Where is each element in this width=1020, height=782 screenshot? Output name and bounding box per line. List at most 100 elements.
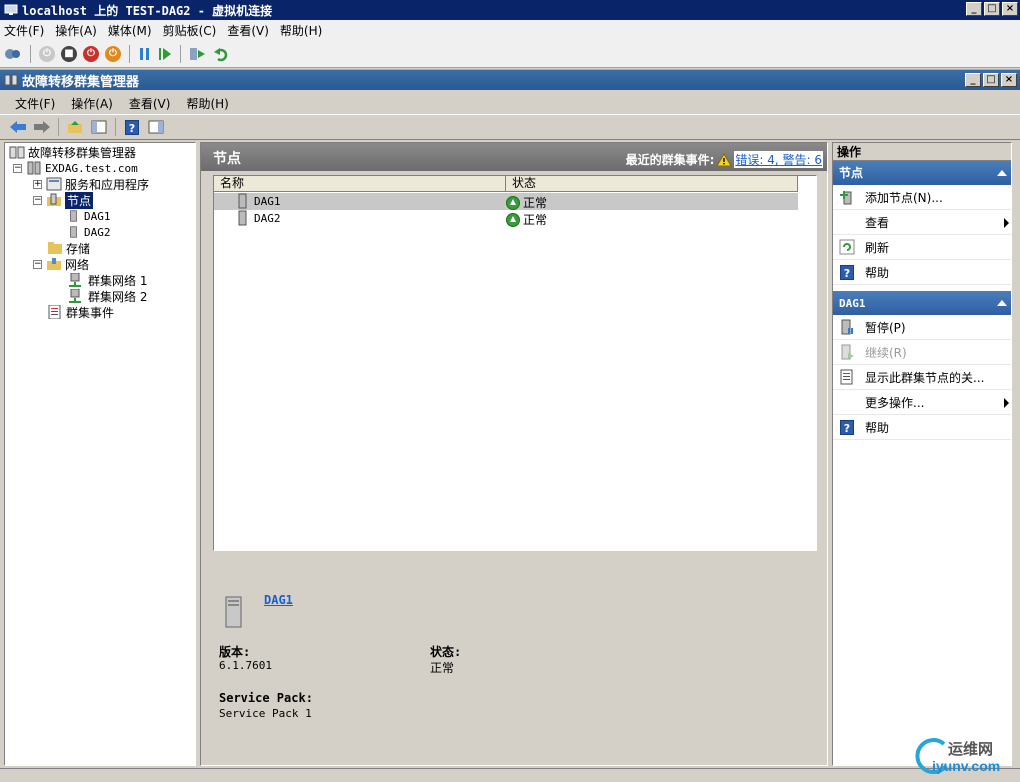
mmc-toolbar: ?: [0, 114, 1020, 140]
action-resume[interactable]: 继续(R): [833, 340, 1011, 365]
row-status: 正常: [506, 194, 547, 211]
tree-label-nodes: 节点: [65, 191, 94, 209]
back-icon[interactable]: [8, 117, 28, 137]
pause-icon[interactable]: [138, 47, 152, 61]
expand-icon[interactable]: +: [33, 179, 42, 189]
tree-item-nodes[interactable]: − 节点: [33, 191, 94, 209]
show-hide-tree-icon[interactable]: [89, 117, 109, 137]
tree-label-network1: 群集网络 1: [88, 273, 148, 288]
recent-events-label: 最近的群集事件:: [625, 153, 715, 167]
server-icon: [238, 210, 247, 226]
tree-item-node-dag1[interactable]: DAG1: [69, 208, 111, 224]
save-state-icon[interactable]: ⏻: [105, 45, 121, 62]
detail-sp-label: Service Pack:: [219, 691, 313, 705]
tree-item-cluster[interactable]: − EXDAG.test.com: [13, 160, 138, 176]
vm-close-button[interactable]: ×: [1002, 2, 1018, 16]
status-ok-icon: [506, 212, 520, 227]
resume-icon[interactable]: [158, 47, 172, 61]
column-header-status[interactable]: 状态: [506, 176, 798, 192]
action-resume-label: 继续(R): [865, 345, 907, 360]
mmc-menu-action[interactable]: 操作(A): [71, 95, 113, 112]
tree-label-services: 服务和应用程序: [65, 177, 150, 192]
shutdown-icon[interactable]: ⏻: [83, 45, 99, 62]
action-help-node-label: 帮助: [865, 420, 890, 435]
mmc-menu-view[interactable]: 查看(V): [129, 95, 171, 112]
page-title: 节点: [213, 151, 241, 167]
turn-off-icon[interactable]: ■: [61, 45, 77, 62]
start-icon[interactable]: ⏻: [39, 45, 55, 62]
table-row[interactable]: DAG1 正常: [214, 193, 798, 210]
vm-menu-file[interactable]: 文件(F): [4, 22, 44, 39]
mmc-menu-help[interactable]: 帮助(H): [186, 95, 228, 112]
tree-item-root[interactable]: 故障转移群集管理器: [9, 144, 136, 160]
snapshot-icon[interactable]: [189, 46, 207, 62]
submenu-arrow-icon: [1004, 398, 1009, 408]
networks-icon: [47, 258, 61, 270]
tree-label-storage: 存储: [66, 241, 91, 256]
tree-item-network2[interactable]: 群集网络 2: [69, 288, 147, 304]
collapse-caret-icon[interactable]: [997, 300, 1007, 306]
action-refresh[interactable]: 刷新: [833, 235, 1011, 260]
mmc-maximize-button[interactable]: □: [983, 73, 999, 87]
tree-item-events[interactable]: 群集事件: [47, 304, 114, 320]
show-hide-action-icon[interactable]: [146, 117, 166, 137]
tree-label-network2: 群集网络 2: [88, 289, 148, 304]
action-show-events[interactable]: 显示此群集节点的关...: [833, 365, 1011, 390]
vm-monitor-icon: [4, 4, 18, 15]
collapse-icon[interactable]: −: [33, 259, 42, 269]
view-icon: [839, 214, 855, 230]
collapse-icon[interactable]: −: [13, 163, 22, 173]
watermark: 运维网 iyunv.com: [912, 734, 1012, 780]
tree-item-networks[interactable]: − 网络: [33, 256, 89, 272]
action-help-node[interactable]: ? 帮助: [833, 415, 1011, 440]
tree-label-cluster: EXDAG.test.com: [45, 161, 138, 175]
vm-minimize-button[interactable]: _: [966, 2, 982, 16]
warning-icon: [716, 152, 733, 166]
add-node-icon: [839, 189, 855, 205]
tree-item-node-dag2[interactable]: DAG2: [69, 224, 111, 240]
ctrl-alt-del-icon[interactable]: [4, 46, 22, 62]
action-pause[interactable]: 暂停(P): [833, 315, 1011, 340]
revert-icon[interactable]: [213, 46, 229, 62]
vm-menu-help[interactable]: 帮助(H): [280, 22, 322, 39]
vm-menu-action[interactable]: 操作(A): [55, 22, 97, 39]
tree-item-storage[interactable]: 存储: [47, 240, 90, 256]
recent-events-link[interactable]: 错误: 4, 警告: 6: [734, 151, 823, 168]
collapse-caret-icon[interactable]: [997, 170, 1007, 176]
forward-icon[interactable]: [32, 117, 52, 137]
vm-maximize-button[interactable]: □: [984, 2, 1000, 16]
tree-label-networks: 网络: [65, 257, 90, 272]
actions-section-nodes[interactable]: 节点: [833, 161, 1011, 185]
action-more-actions-label: 更多操作...: [865, 395, 925, 410]
mmc-close-button[interactable]: ×: [1001, 73, 1017, 87]
help-toolbar-icon[interactable]: ?: [122, 117, 142, 137]
detail-sp-value: Service Pack 1: [219, 707, 312, 720]
services-icon: [46, 177, 62, 191]
detail-version-label: 版本:: [219, 645, 251, 659]
server-icon: [70, 210, 77, 222]
more-actions-icon: [839, 394, 855, 410]
mmc-menubar: 文件(F) 操作(A) 查看(V) 帮助(H): [0, 92, 1020, 114]
action-view[interactable]: 查看: [833, 210, 1011, 235]
cluster-icon: [27, 161, 41, 175]
mmc-menu-file[interactable]: 文件(F): [15, 95, 55, 112]
vm-menu-view[interactable]: 查看(V): [227, 22, 269, 39]
detail-node-link[interactable]: DAG1: [263, 593, 294, 607]
mmc-minimize-button[interactable]: _: [965, 73, 981, 87]
nodes-folder-icon: [47, 193, 61, 206]
column-header-name[interactable]: 名称: [214, 176, 506, 192]
actions-section-dag1[interactable]: DAG1: [833, 291, 1011, 315]
action-add-node[interactable]: 添加节点(N)...: [833, 185, 1011, 210]
help-icon: ?: [839, 419, 855, 435]
vm-menu-media[interactable]: 媒体(M): [108, 22, 152, 39]
server-icon: [238, 193, 247, 209]
collapse-icon[interactable]: −: [33, 195, 42, 205]
tree-item-services[interactable]: + 服务和应用程序: [33, 176, 149, 192]
action-help-nodes[interactable]: ? 帮助: [833, 260, 1011, 285]
row-status-text: 正常: [523, 213, 548, 227]
table-row[interactable]: DAG2 正常: [214, 210, 798, 227]
vm-menu-clipboard[interactable]: 剪贴板(C): [163, 22, 217, 39]
up-folder-icon[interactable]: [65, 117, 85, 137]
action-more-actions[interactable]: 更多操作...: [833, 390, 1011, 415]
tree-item-network1[interactable]: 群集网络 1: [69, 272, 147, 288]
